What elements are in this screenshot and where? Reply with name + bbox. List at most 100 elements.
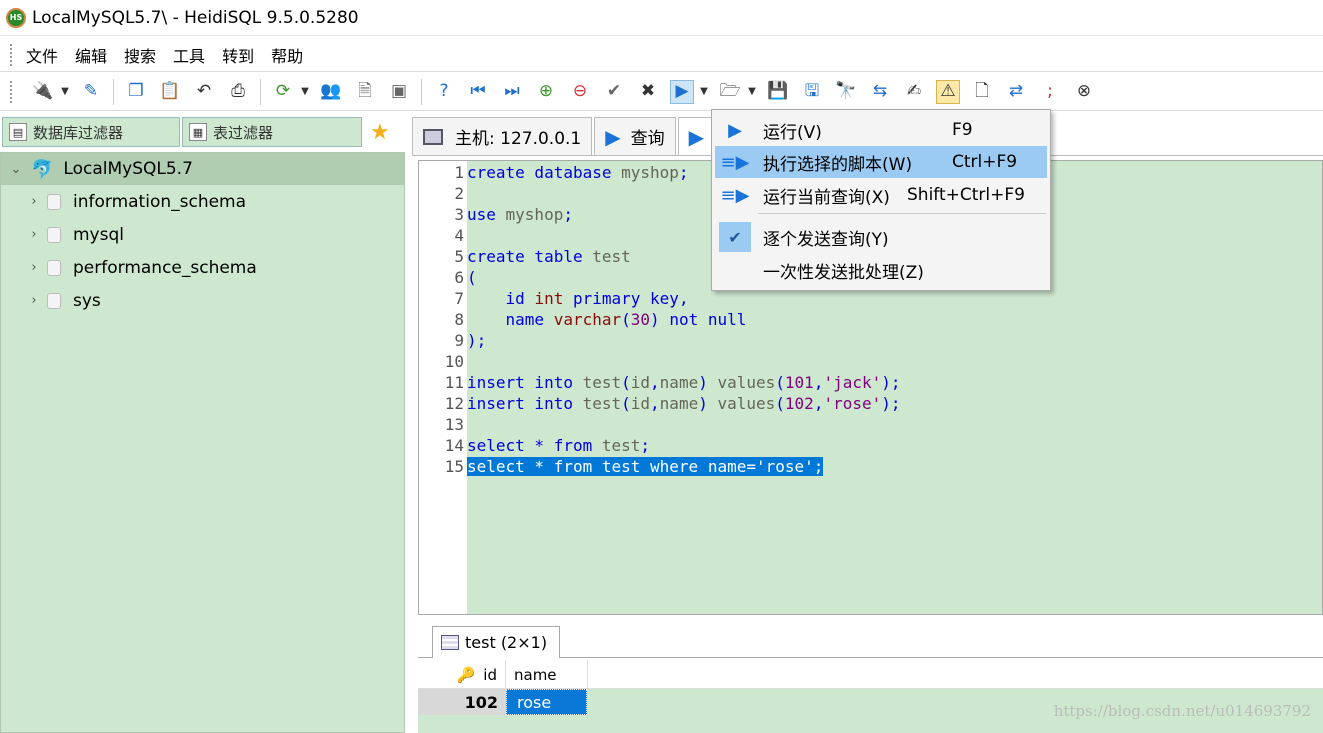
- result-grid[interactable]: 🔑 id name 102 rose: [418, 660, 1323, 733]
- cell-id[interactable]: 102: [418, 689, 506, 715]
- menu-edit[interactable]: 编辑: [75, 43, 107, 67]
- stop-icon[interactable]: ⊗: [1072, 80, 1096, 104]
- column-header-label: id: [483, 665, 497, 684]
- export-icon[interactable]: 🗎: [353, 80, 377, 104]
- code-token: 'rose': [823, 394, 882, 413]
- code-line[interactable]: id int primary key,: [467, 288, 689, 309]
- chevron-down-icon[interactable]: ⌄: [7, 162, 25, 177]
- print-icon[interactable]: ⎙: [226, 80, 250, 104]
- code-token: ,: [813, 394, 824, 413]
- semicolon-icon[interactable]: ;: [1038, 80, 1062, 104]
- code-line[interactable]: (: [467, 267, 477, 288]
- help-icon[interactable]: ?: [432, 80, 456, 104]
- code-line[interactable]: create database myshop;: [467, 162, 689, 183]
- tree-root-connection[interactable]: ⌄ 🐬 LocalMySQL5.7: [1, 153, 404, 185]
- code-token: primary key,: [563, 289, 689, 308]
- warning-icon[interactable]: ⚠: [936, 79, 960, 104]
- tab-host[interactable]: 主机: 127.0.0.1: [412, 117, 593, 155]
- wrap-icon[interactable]: ⇄: [1004, 80, 1028, 104]
- delete-icon[interactable]: ⊖: [568, 80, 592, 104]
- last-icon[interactable]: ⏭: [500, 80, 524, 104]
- menu-item-run-selection[interactable]: ≡▶ 执行选择的脚本(W) Ctrl+F9: [715, 146, 1047, 178]
- menu-item-label: 逐个发送查询(Y): [763, 229, 889, 250]
- copy-icon[interactable]: ❐: [124, 80, 148, 104]
- code-token: );: [881, 373, 901, 392]
- tab-table-filter[interactable]: ▦ 表过滤器: [182, 117, 362, 147]
- disconnect-icon[interactable]: ✎: [79, 80, 103, 104]
- code-line[interactable]: select * from test;: [467, 435, 650, 456]
- toolbar-divider: [421, 78, 422, 105]
- menu-tools[interactable]: 工具: [173, 43, 205, 67]
- favorite-star-icon[interactable]: ★: [370, 120, 390, 145]
- tab-query[interactable]: ▶ 查询: [594, 117, 676, 155]
- database-tree: ⌄ 🐬 LocalMySQL5.7 › information_schema ›…: [0, 152, 405, 733]
- run-icon[interactable]: ▶: [670, 79, 694, 104]
- tree-item-performance-schema[interactable]: › performance_schema: [1, 251, 404, 284]
- title-bar: HS LocalMySQL5.7\ - HeidiSQL 9.5.0.5280: [0, 0, 1323, 36]
- import-icon[interactable]: ▣: [387, 80, 411, 104]
- find-icon[interactable]: 🔭: [834, 80, 858, 104]
- user-manager-icon[interactable]: 👥: [319, 80, 343, 104]
- cell-name[interactable]: rose: [506, 689, 587, 715]
- code-token: ;: [678, 163, 689, 182]
- code-token: 30: [630, 310, 651, 329]
- save-as-icon[interactable]: 🖫: [800, 80, 824, 104]
- chevron-right-icon[interactable]: ›: [25, 293, 43, 308]
- tree-item-mysql[interactable]: › mysql: [1, 218, 404, 251]
- code-line[interactable]: select * from test where name='rose';: [467, 456, 824, 477]
- column-header-id[interactable]: 🔑 id: [418, 660, 506, 689]
- code-token: int: [534, 289, 564, 308]
- tree-item-label: mysql: [73, 224, 124, 245]
- save-icon[interactable]: 💾: [766, 80, 790, 104]
- code-line[interactable]: insert into test(id,name) values(101,'ja…: [467, 372, 901, 393]
- menu-item-label: 执行选择的脚本(W): [763, 154, 913, 175]
- code-token: values: [717, 373, 776, 392]
- connect-icon[interactable]: 🔌: [31, 80, 55, 104]
- menu-item-run-current[interactable]: ≡▶ 运行当前查询(X) Shift+Ctrl+F9: [715, 179, 1047, 211]
- open-file-icon[interactable]: 🗁: [718, 80, 742, 104]
- connect-dropdown-icon[interactable]: ▼: [60, 86, 70, 97]
- chevron-right-icon[interactable]: ›: [25, 260, 43, 275]
- code-line[interactable]: use myshop;: [467, 204, 573, 225]
- menu-item-label: 运行当前查询(X): [763, 187, 890, 208]
- undo-icon[interactable]: ↶: [192, 80, 216, 104]
- code-line[interactable]: name varchar(30) not null: [467, 309, 747, 330]
- code-token: ,: [650, 394, 660, 413]
- code-token: id: [630, 373, 651, 392]
- code-token: test: [601, 436, 641, 455]
- menu-item-run[interactable]: ▶ 运行(V) F9: [715, 114, 1047, 146]
- refresh-icon[interactable]: ⟳: [271, 80, 295, 104]
- paste-icon[interactable]: 📋: [158, 80, 182, 104]
- code-line[interactable]: create table test: [467, 246, 631, 267]
- hex-icon[interactable]: 🗋: [970, 80, 994, 104]
- code-line[interactable]: insert into test(id,name) values(102,'ro…: [467, 393, 901, 414]
- post-icon[interactable]: ✔: [602, 80, 626, 104]
- first-icon[interactable]: ⏮: [466, 80, 490, 104]
- code-token: (: [621, 310, 631, 329]
- chevron-right-icon[interactable]: ›: [25, 227, 43, 242]
- tree-item-sys[interactable]: › sys: [1, 284, 404, 317]
- refresh-dropdown-icon[interactable]: ▼: [300, 86, 310, 97]
- column-header-name[interactable]: name: [506, 660, 588, 689]
- chevron-right-icon[interactable]: ›: [25, 194, 43, 209]
- tab-database-filter[interactable]: ▤ 数据库过滤器: [2, 117, 180, 147]
- menu-search[interactable]: 搜索: [124, 43, 156, 67]
- run-dropdown-icon[interactable]: ▼: [699, 86, 709, 97]
- toolbar-grip[interactable]: [10, 81, 12, 103]
- tab-result-test[interactable]: test (2×1): [432, 626, 560, 658]
- replace-icon[interactable]: ⇆: [868, 80, 892, 104]
- menu-item-send-one-by-one[interactable]: ✔ 逐个发送查询(Y): [715, 221, 1047, 253]
- menu-help[interactable]: 帮助: [271, 43, 303, 67]
- open-dropdown-icon[interactable]: ▼: [747, 86, 757, 97]
- tree-item-label: performance_schema: [73, 257, 257, 278]
- edit-icon[interactable]: ✍: [902, 80, 926, 104]
- add-icon[interactable]: ⊕: [534, 80, 558, 104]
- tree-item-information-schema[interactable]: › information_schema: [1, 185, 404, 218]
- code-line[interactable]: );: [467, 330, 486, 351]
- menubar-grip[interactable]: [10, 44, 12, 66]
- menu-goto[interactable]: 转到: [222, 43, 254, 67]
- menu-item-send-batch[interactable]: 一次性发送批处理(Z): [715, 254, 1047, 286]
- line-number: 13: [444, 415, 464, 434]
- menu-file[interactable]: 文件: [26, 43, 58, 67]
- cancel-icon[interactable]: ✖: [636, 80, 660, 104]
